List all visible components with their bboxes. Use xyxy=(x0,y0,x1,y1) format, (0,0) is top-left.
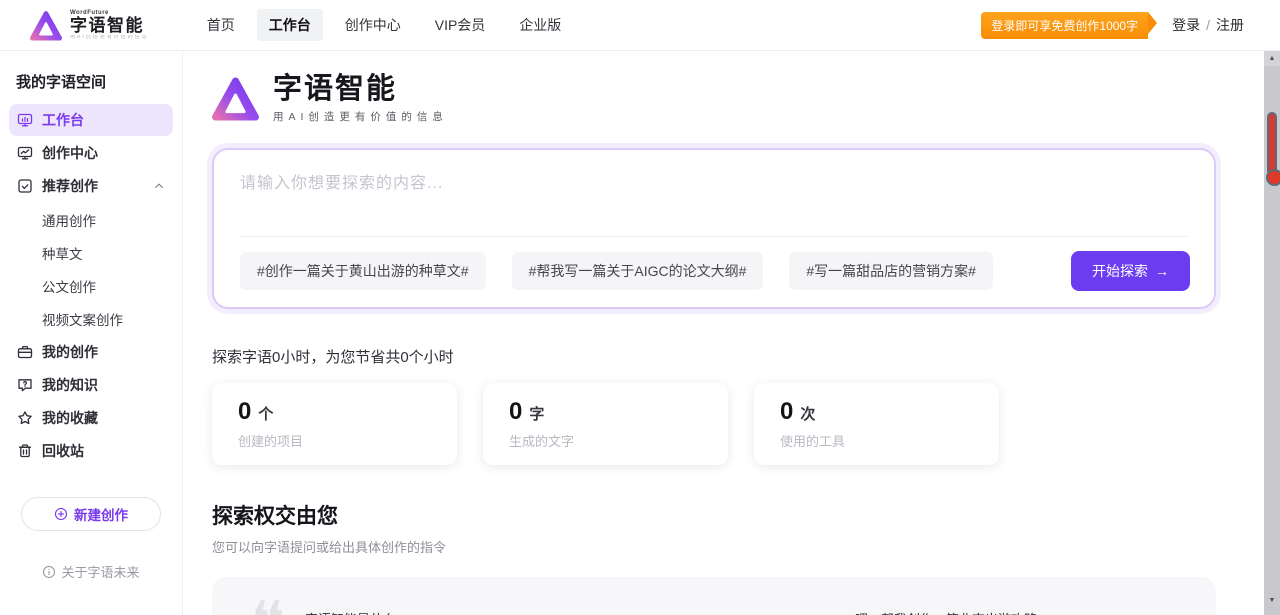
header-logo[interactable]: WordFuture 字语智能 用AI创造更有价值的信息 xyxy=(30,10,149,41)
scroll-down-arrow-icon[interactable]: ▼ xyxy=(1264,592,1280,608)
chevron-up-icon[interactable] xyxy=(153,180,165,192)
stat-card-words: 0字 生成的文字 xyxy=(483,383,728,465)
register-link[interactable]: 注册 xyxy=(1216,15,1244,35)
hero-tagline: 用AI创造更有价值的信息 xyxy=(273,109,448,124)
search-input[interactable] xyxy=(214,150,1214,236)
sidebar-subitem-general[interactable]: 通用创作 xyxy=(0,203,182,236)
stat-label: 创建的项目 xyxy=(238,431,457,450)
stat-unit: 个 xyxy=(258,406,273,423)
stat-unit: 字 xyxy=(529,406,544,423)
sidebar-item-label: 推荐创作 xyxy=(42,176,98,196)
about-link[interactable]: 关于字语未来 xyxy=(0,562,182,581)
suggestion-pill-dessert[interactable]: #写一篇甜品店的营销方案# xyxy=(789,252,993,290)
sidebar-item-my-knowledge[interactable]: 我的知识 xyxy=(9,369,173,401)
top-navbar: WordFuture 字语智能 用AI创造更有价值的信息 首页 工作台 创作中心… xyxy=(0,0,1280,51)
login-link[interactable]: 登录 xyxy=(1172,15,1200,35)
plus-circle-icon xyxy=(54,507,68,521)
brand-name: 字语智能 xyxy=(70,17,149,34)
stat-card-projects: 0个 创建的项目 xyxy=(212,383,457,465)
info-circle-icon xyxy=(42,565,56,579)
brand-triangle-icon xyxy=(30,10,62,41)
main-content: 字语智能 用AI创造更有价值的信息 #创作一篇关于黄山出游的种草文# #帮我写一… xyxy=(184,50,1264,615)
new-creation-button[interactable]: 新建创作 xyxy=(21,497,161,531)
auth-links: 登录 / 注册 xyxy=(1172,15,1244,35)
briefcase-icon xyxy=(17,344,33,360)
suggestion-pill-aigc[interactable]: #帮我写一篇关于AIGC的论文大纲# xyxy=(512,252,764,290)
sidebar-item-recycle-bin[interactable]: 回收站 xyxy=(9,435,173,467)
thermometer-bulb xyxy=(1266,169,1280,186)
sidebar-item-label: 我的知识 xyxy=(42,375,98,395)
arrow-right-icon: → xyxy=(1155,263,1169,279)
star-icon xyxy=(17,410,33,426)
thermometer-tube xyxy=(1267,112,1277,172)
stat-card-tools: 0次 使用的工具 xyxy=(754,383,999,465)
sidebar-item-recommended[interactable]: 推荐创作 xyxy=(9,170,173,202)
hero-title: 字语智能 xyxy=(273,73,448,106)
header-right: 登录即可享免费创作1000字 登录 / 注册 xyxy=(981,12,1244,39)
sidebar-item-label: 回收站 xyxy=(42,441,84,461)
stat-unit: 次 xyxy=(800,406,815,423)
sidebar-subitem-video-copy[interactable]: 视频文案创作 xyxy=(0,302,182,335)
knowledge-icon xyxy=(17,377,33,393)
sidebar-item-favorites[interactable]: 我的收藏 xyxy=(9,402,173,434)
nav-item-workbench[interactable]: 工作台 xyxy=(257,9,323,41)
recommend-icon xyxy=(17,178,33,194)
sidebar-item-my-creations[interactable]: 我的创作 xyxy=(9,336,173,368)
vertical-scrollbar[interactable]: ▲ ▼ xyxy=(1264,50,1280,615)
sidebar: 我的字语空间 工作台 创作中心 推荐创作 通用创作 种草文 公文创作 视频文案创… xyxy=(0,50,183,615)
creation-center-icon xyxy=(17,145,33,161)
hero-brand: 字语智能 用AI创造更有价值的信息 xyxy=(212,73,1216,141)
nav-item-creation-center[interactable]: 创作中心 xyxy=(333,9,413,41)
example-prompts-card: ❝ 字语智能是什么? 嘿，帮我创作一篇北京出游攻略 xyxy=(212,577,1216,615)
stat-label: 使用的工具 xyxy=(780,431,999,450)
example-prompt-right[interactable]: 嘿，帮我创作一篇北京出游攻略 xyxy=(855,609,1037,615)
promo-badge[interactable]: 登录即可享免费创作1000字 xyxy=(981,12,1148,39)
nav-item-enterprise[interactable]: 企业版 xyxy=(507,9,573,41)
sidebar-item-label: 工作台 xyxy=(42,110,84,130)
sidebar-item-label: 我的创作 xyxy=(42,342,98,362)
sidebar-item-creation-center[interactable]: 创作中心 xyxy=(9,137,173,169)
explore-section-subtitle: 您可以向字语提问或给出具体创作的指令 xyxy=(212,537,1216,556)
stats-summary: 探索字语0小时，为您节省共0个小时 xyxy=(212,346,1216,367)
new-creation-label: 新建创作 xyxy=(74,504,128,524)
thermometer-icon xyxy=(1266,112,1278,186)
trash-icon xyxy=(17,443,33,459)
stat-cards: 0个 创建的项目 0字 生成的文字 0次 使用的工具 xyxy=(212,383,1216,465)
workbench-icon xyxy=(17,112,33,128)
nav-item-vip[interactable]: VIP会员 xyxy=(423,9,498,41)
stat-label: 生成的文字 xyxy=(509,431,728,450)
suggestion-pill-huangshan[interactable]: #创作一篇关于黄山出游的种草文# xyxy=(240,252,486,290)
brand-tagline-small: 用AI创造更有价值的信息 xyxy=(70,35,149,40)
suggestion-row: #创作一篇关于黄山出游的种草文# #帮我写一篇关于AIGC的论文大纲# #写一篇… xyxy=(214,237,1214,307)
hero-triangle-icon xyxy=(212,76,259,121)
sidebar-item-workbench[interactable]: 工作台 xyxy=(9,104,173,136)
nav-item-home[interactable]: 首页 xyxy=(195,9,247,41)
sidebar-subitem-seeding[interactable]: 种草文 xyxy=(0,236,182,269)
stat-value: 0 xyxy=(238,398,251,425)
example-prompt-left[interactable]: 字语智能是什么? xyxy=(305,609,403,615)
search-panel: #创作一篇关于黄山出游的种草文# #帮我写一篇关于AIGC的论文大纲# #写一篇… xyxy=(212,148,1216,309)
start-explore-button[interactable]: 开始探索 → xyxy=(1071,251,1190,291)
stat-value: 0 xyxy=(780,398,793,425)
about-label: 关于字语未来 xyxy=(61,562,139,581)
sidebar-item-label: 我的收藏 xyxy=(42,408,98,428)
scroll-up-arrow-icon[interactable]: ▲ xyxy=(1264,50,1280,66)
brand-text: WordFuture 字语智能 用AI创造更有价值的信息 xyxy=(70,10,149,40)
sidebar-subitem-official[interactable]: 公文创作 xyxy=(0,269,182,302)
auth-separator: / xyxy=(1206,17,1210,33)
quote-icon: ❝ xyxy=(250,593,286,615)
explore-section-title: 探索权交由您 xyxy=(212,500,1216,530)
sidebar-title: 我的字语空间 xyxy=(16,71,182,92)
stat-value: 0 xyxy=(509,398,522,425)
main-nav: 首页 工作台 创作中心 VIP会员 企业版 xyxy=(195,9,574,41)
sidebar-item-label: 创作中心 xyxy=(42,143,98,163)
start-explore-label: 开始探索 xyxy=(1092,261,1148,281)
